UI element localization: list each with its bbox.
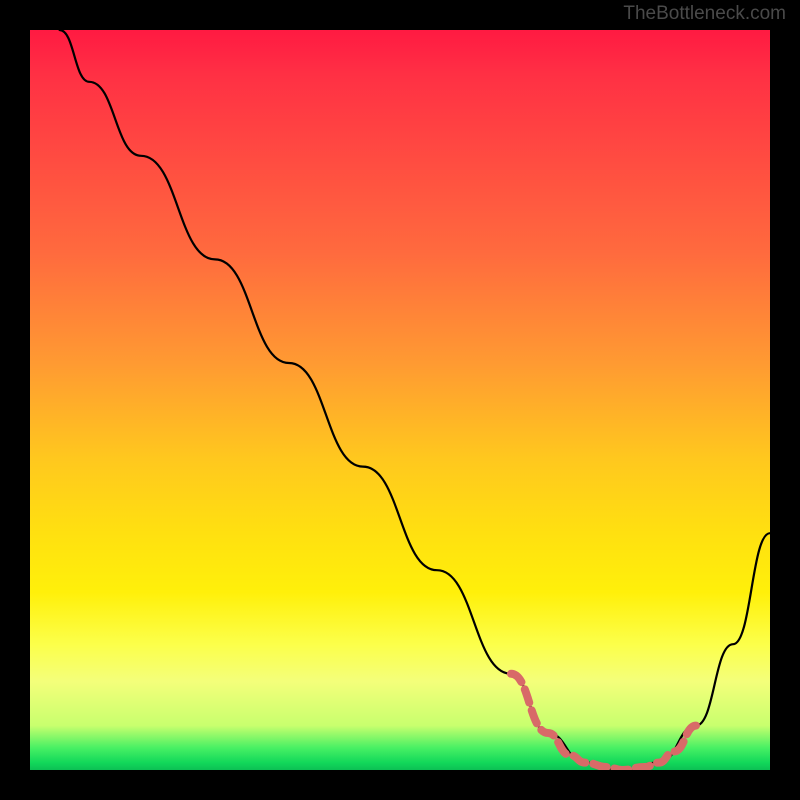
plot-area: [30, 30, 770, 770]
bottleneck-chart: TheBottleneck.com: [0, 0, 800, 800]
watermark-text: TheBottleneck.com: [623, 3, 786, 25]
severity-gradient-background: [30, 30, 770, 770]
